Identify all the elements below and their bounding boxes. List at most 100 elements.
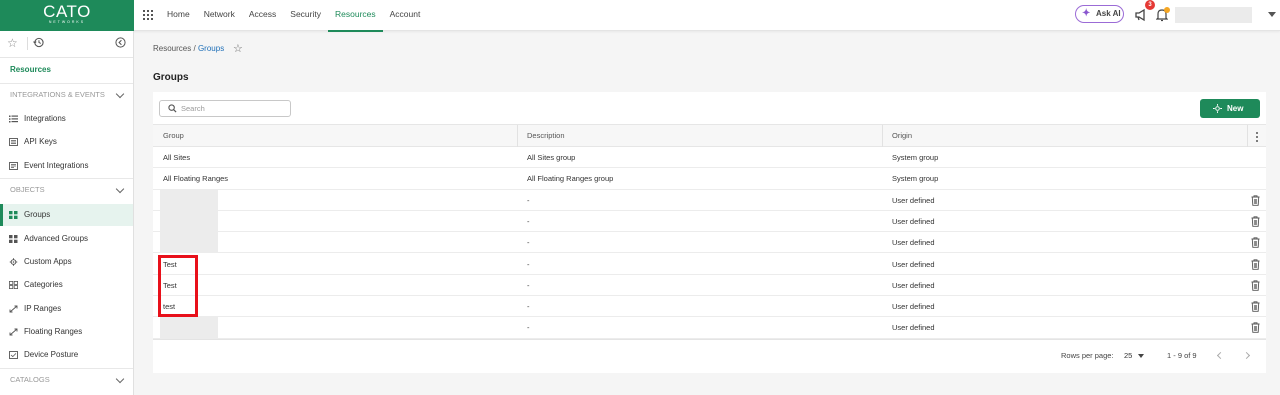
cell-description: - (527, 259, 530, 269)
column-menu-icon[interactable] (1256, 132, 1259, 142)
section-objects[interactable]: OBJECTS (0, 179, 133, 201)
arrows-icon (9, 305, 18, 313)
search-input[interactable] (181, 102, 286, 115)
table-row[interactable]: - User defined (153, 317, 1266, 339)
rows-per-page-label: Rows per page: (1061, 351, 1114, 360)
user-menu-caret-icon[interactable] (1268, 12, 1276, 17)
cato-logo[interactable]: CATO NETWORKS (0, 0, 134, 31)
device-icon (9, 351, 18, 359)
breadcrumb-parent[interactable]: Resources (153, 44, 191, 53)
table-row[interactable]: - User defined (153, 189, 1266, 211)
top-bar: CATO NETWORKS Home Network Access Securi… (0, 0, 1280, 32)
sidebar-item-custom-apps[interactable]: Custom Apps (0, 251, 133, 273)
sidebar-item-groups[interactable]: Groups (0, 204, 133, 226)
cell-origin: User defined (892, 238, 935, 248)
cell-origin: User defined (892, 216, 935, 226)
sidebar-item-event-integrations[interactable]: Event Integrations (0, 155, 133, 177)
sidebar-item-device-posture[interactable]: Device Posture (0, 344, 133, 366)
redacted-group-name (160, 317, 218, 339)
delete-trash-icon[interactable] (1251, 301, 1260, 312)
main-nav: Home Network Access Security Resources A… (160, 0, 428, 32)
cell-description: - (527, 280, 530, 290)
delete-trash-icon[interactable] (1251, 194, 1260, 206)
sidebar-item-label: Device Posture (24, 350, 79, 359)
nav-account[interactable]: Account (383, 0, 428, 31)
nav-network[interactable]: Network (197, 0, 242, 31)
column-resize-handle[interactable] (1247, 125, 1248, 147)
redacted-group-name (160, 210, 218, 232)
sidebar-item-api-keys[interactable]: API Keys (0, 131, 133, 153)
section-catalogs[interactable]: CATALOGS (0, 369, 133, 391)
delete-trash-icon[interactable] (1251, 322, 1260, 334)
sidebar-item-floating-ranges[interactable]: Floating Ranges (0, 321, 133, 343)
favorite-star-icon[interactable]: ☆ (233, 42, 243, 55)
sidebar: ☆ Resources INTEGRATIONS & EVENTS Integr… (0, 31, 134, 395)
cell-description: - (527, 216, 530, 226)
sparkle-icon: ✦ (1082, 8, 1091, 19)
delete-trash-icon[interactable] (1251, 237, 1260, 248)
grid-icon (9, 235, 18, 243)
sidebar-item-label: Event Integrations (24, 161, 89, 170)
ask-ai-button[interactable]: ✦ Ask AI (1075, 5, 1124, 23)
column-header-group[interactable]: Group (153, 125, 184, 147)
section-integrations-events[interactable]: INTEGRATIONS & EVENTS (0, 84, 133, 106)
cell-description: All Sites group (527, 153, 576, 162)
sidebar-item-label: Categories (24, 280, 63, 289)
user-menu[interactable] (1175, 7, 1252, 23)
table-pagination: Rows per page: 25 1 - 9 of 9 (153, 339, 1266, 373)
section-label: OBJECTS (10, 185, 45, 194)
sidebar-item-categories[interactable]: Categories (0, 274, 133, 296)
breadcrumb: Resources / Groups (153, 44, 224, 53)
cell-origin: User defined (892, 280, 935, 290)
caret-down-icon[interactable] (1138, 354, 1144, 358)
nav-access[interactable]: Access (242, 0, 283, 31)
search-box[interactable] (159, 100, 291, 117)
nav-resources[interactable]: Resources (328, 0, 383, 32)
sidebar-item-integrations[interactable]: Integrations (0, 108, 133, 130)
table-row[interactable]: - User defined (153, 232, 1266, 254)
bell-status-dot (1164, 7, 1170, 13)
cell-origin: System group (892, 153, 939, 162)
next-page-icon[interactable] (1242, 351, 1251, 360)
sidebar-item-advanced-groups[interactable]: Advanced Groups (0, 228, 133, 250)
annotation-highlight-box (158, 255, 198, 317)
new-group-button[interactable]: New (1200, 99, 1260, 118)
rows-per-page-select[interactable]: 25 (1124, 351, 1132, 360)
column-header-description[interactable]: Description (517, 125, 565, 147)
nav-home[interactable]: Home (160, 0, 197, 31)
cell-description: All Floating Ranges group (527, 174, 614, 184)
groups-table-card: New Group Description Origin All SitesAl… (153, 92, 1266, 373)
sidebar-item-label: API Keys (24, 137, 57, 146)
new-button-label: New (1227, 104, 1244, 113)
table-row[interactable]: All Floating Ranges All Floating Ranges g… (153, 168, 1266, 190)
chevron-down-icon (115, 184, 125, 194)
table-row[interactable]: test - User defined (153, 296, 1266, 318)
table-row[interactable]: - User defined (153, 210, 1266, 233)
column-header-origin[interactable]: Origin (882, 125, 912, 147)
sidebar-item-label: Groups (24, 210, 51, 219)
sidebar-item-ip-ranges[interactable]: IP Ranges (0, 298, 133, 320)
table-row[interactable]: Test - User defined (153, 254, 1266, 275)
sidebar-item-label: Integrations (24, 114, 66, 123)
favorites-star-icon[interactable]: ☆ (7, 37, 18, 49)
table-row[interactable]: All Sites All Sites group System group (153, 147, 1266, 169)
cell-description: - (527, 238, 530, 248)
megaphone-icon[interactable] (1134, 8, 1148, 22)
delete-trash-icon[interactable] (1251, 280, 1260, 291)
apps-grid-icon[interactable] (143, 10, 153, 20)
nav-security[interactable]: Security (283, 0, 328, 31)
history-icon[interactable] (33, 37, 44, 48)
table-row[interactable]: Test - User defined (153, 275, 1266, 297)
cell-description: - (527, 302, 530, 312)
logo-text: CATO (43, 2, 91, 21)
chevron-down-icon (115, 374, 125, 384)
collapse-sidebar-icon[interactable] (115, 37, 126, 48)
cell-group[interactable]: All Sites (153, 147, 190, 168)
sidebar-title: Resources (10, 65, 51, 74)
cell-group[interactable]: All Floating Ranges (153, 168, 228, 189)
redacted-group-name (160, 189, 218, 211)
previous-page-icon[interactable] (1216, 351, 1225, 360)
delete-trash-icon[interactable] (1251, 258, 1260, 270)
delete-trash-icon[interactable] (1251, 216, 1260, 227)
breadcrumb-current[interactable]: Groups (198, 44, 224, 53)
